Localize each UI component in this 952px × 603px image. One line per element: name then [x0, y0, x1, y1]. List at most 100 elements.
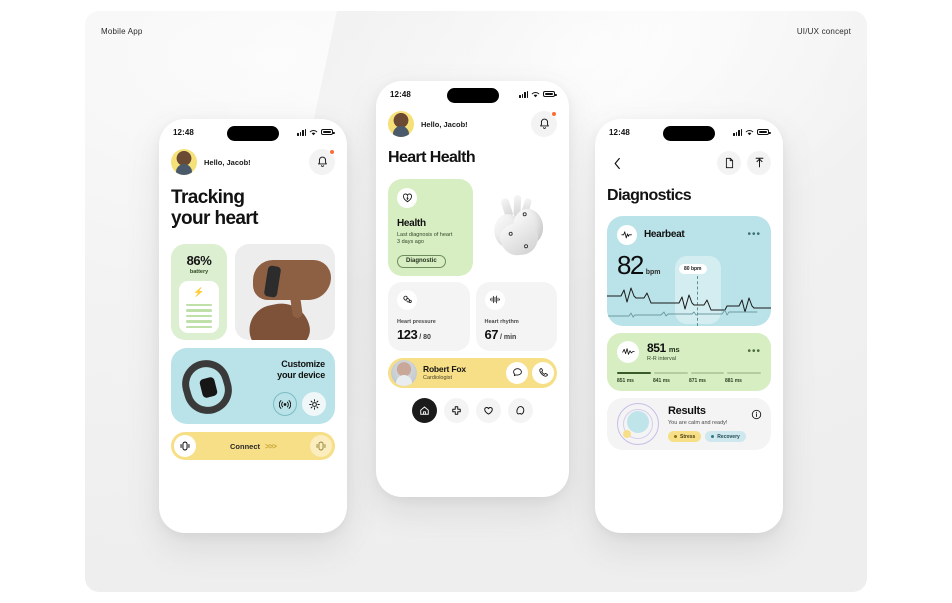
- rr-header: 851 ms R-R interval •••: [617, 340, 761, 363]
- results-info-button[interactable]: [751, 407, 762, 419]
- metric-unit: / min: [499, 333, 517, 341]
- nav-item-medical[interactable]: [444, 397, 469, 423]
- notification-badge: [551, 111, 557, 117]
- dynamic-island: [663, 126, 715, 141]
- metric-label: Heart rhythm: [484, 318, 519, 325]
- back-button[interactable]: [607, 153, 627, 173]
- rr-segment: [653, 371, 688, 374]
- bell-icon: [317, 156, 327, 167]
- heart-image-card[interactable]: [479, 178, 557, 276]
- rr-label: R-R interval: [647, 356, 677, 363]
- wireless-signal-button[interactable]: [273, 392, 297, 417]
- status-bar: 12:48: [595, 119, 783, 145]
- doctor-actions: [506, 361, 554, 384]
- connect-knob-right[interactable]: [309, 435, 332, 458]
- greeting-text: Hello, Jacob!: [421, 119, 468, 129]
- call-button[interactable]: [532, 361, 554, 384]
- rr-interval-card[interactable]: 851 ms R-R interval ••• 851 ms 841 ms 87…: [607, 332, 771, 391]
- hand-photo-card[interactable]: [235, 243, 335, 341]
- wifi-icon: [309, 129, 318, 135]
- avatar[interactable]: [388, 111, 414, 137]
- metric-card-heart-rhythm[interactable]: Heart rhythm 67 / min: [475, 281, 557, 351]
- avatar[interactable]: [171, 149, 197, 175]
- poster-label-right: UI/UX concept: [796, 27, 851, 36]
- battery-gauge: ⚡: [179, 280, 219, 334]
- status-icons: [733, 128, 771, 136]
- results-core-circle: [627, 410, 649, 433]
- nav-item-profile[interactable]: [508, 397, 533, 423]
- report-button[interactable]: [717, 151, 741, 175]
- bell-icon: [539, 118, 549, 129]
- results-tags: Stress Recovery: [668, 431, 746, 442]
- connect-label-group: Connect >>>: [230, 442, 277, 451]
- dynamic-island: [227, 126, 279, 141]
- customize-device-card[interactable]: Customize your device: [171, 348, 335, 425]
- doctor-card[interactable]: Robert Fox Cardiologist: [388, 357, 557, 388]
- battery-card[interactable]: 86% battery ⚡: [171, 243, 227, 341]
- doctor-avatar: [391, 359, 417, 386]
- rr-progress-track[interactable]: [617, 371, 761, 374]
- ecg-chart: [607, 287, 771, 318]
- notifications-button[interactable]: [531, 111, 557, 137]
- battery-icon: [757, 128, 771, 136]
- info-icon: [751, 409, 762, 419]
- settings-button[interactable]: [302, 392, 326, 417]
- poster-canvas: Mobile App UI/UX concept 12:48 Hello, Ja…: [85, 11, 867, 592]
- rr-unit: ms: [668, 345, 680, 355]
- blood-pressure-icon-wrap: [397, 289, 417, 310]
- nav-item-home[interactable]: [412, 397, 437, 423]
- page-title-line1: Tracking: [171, 187, 245, 208]
- device-pulse-icon: [180, 441, 190, 451]
- chevron-left-icon: [614, 157, 620, 169]
- pulse-icon: [621, 231, 632, 239]
- status-icons: [297, 128, 335, 136]
- status-icons: [519, 90, 557, 98]
- chat-button[interactable]: [506, 361, 528, 384]
- screen-heart-health: Hello, Jacob! Heart Health Health Last d…: [376, 111, 569, 423]
- results-card[interactable]: Results You are calm and ready! Stress R…: [607, 397, 771, 450]
- heart-shield-icon-wrap: [397, 187, 417, 208]
- greeting-block: Hello, Jacob!: [388, 111, 468, 137]
- rr-segment: [690, 371, 725, 374]
- share-button[interactable]: [747, 151, 771, 175]
- results-subtitle: You are calm and ready!: [668, 420, 728, 426]
- rr-tick: 871 ms: [689, 377, 706, 384]
- tag-recovery[interactable]: Recovery: [705, 431, 746, 442]
- dynamic-island: [446, 88, 499, 103]
- heart-icon: [484, 406, 493, 415]
- rr-segment: [617, 371, 651, 374]
- heartbeat-card[interactable]: Hearbeat ••• 82 bpm 80 bpm: [607, 215, 771, 326]
- status-bar: 12:48: [159, 119, 347, 145]
- health-card-subtitle: Last diagnosis of heart 3 days ago: [397, 231, 453, 246]
- metrics-row: Heart pressure 123 / 80 Heart rhythm 67 …: [388, 281, 557, 351]
- status-bar: 12:48: [376, 81, 569, 107]
- heartbeat-unit: bpm: [645, 268, 661, 276]
- tag-stress[interactable]: Stress: [668, 431, 702, 442]
- battery-label: battery: [189, 268, 209, 275]
- fitness-band-image: [176, 354, 238, 420]
- profile-icon: [516, 405, 525, 415]
- diagnostic-button[interactable]: Diagnostic: [397, 254, 446, 268]
- gear-icon: [308, 398, 320, 410]
- battery-percent: 86%: [186, 252, 212, 268]
- header-actions: [717, 151, 771, 175]
- health-card[interactable]: Health Last diagnosis of heart 3 days ag…: [388, 178, 473, 276]
- rr-segment: [727, 371, 761, 374]
- anatomical-heart-image: [489, 195, 547, 260]
- tag-stress-label: Stress: [680, 433, 696, 440]
- connect-bar[interactable]: Connect >>>: [171, 432, 335, 461]
- wifi-icon: [745, 129, 754, 135]
- battery-icon: [543, 90, 557, 98]
- connect-knob-left[interactable]: [174, 435, 196, 458]
- greeting-block: Hello, Jacob!: [171, 149, 251, 175]
- rr-tick: 851 ms: [617, 377, 634, 384]
- blood-pressure-icon: [402, 296, 412, 304]
- nav-item-favorites[interactable]: [476, 397, 501, 423]
- metric-value-group: 123 / 80: [397, 327, 461, 342]
- metric-value: 123: [397, 326, 418, 342]
- rr-info: 851 ms R-R interval: [647, 341, 680, 362]
- notifications-button[interactable]: [309, 149, 335, 175]
- greeting-text: Hello, Jacob!: [204, 157, 251, 167]
- phone-mockup-heart-health: 12:48 Hello, Jacob! Heart Health Health …: [376, 81, 569, 497]
- metric-card-heart-pressure[interactable]: Heart pressure 123 / 80: [388, 281, 470, 351]
